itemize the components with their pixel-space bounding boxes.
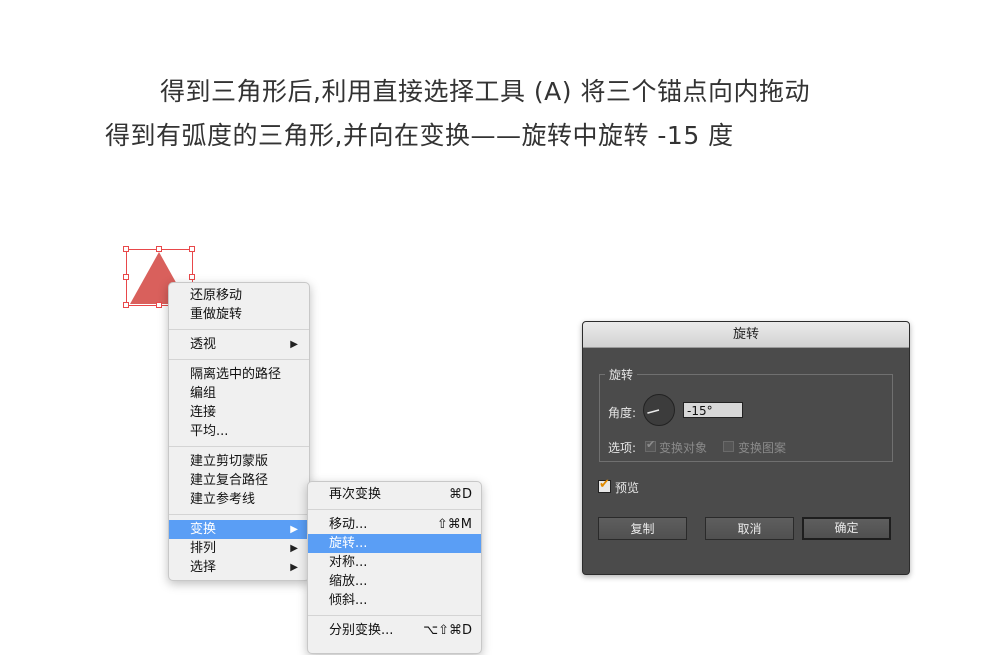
menu-item-label: 选择 [190, 560, 217, 575]
selection-handle[interactable] [123, 274, 129, 280]
shortcut-label: ⌥⇧⌘D [423, 623, 472, 638]
submenu-item-1-4[interactable]: 倾斜... [308, 591, 481, 610]
menu-item-label: 隔离选中的路径 [190, 367, 282, 382]
submenu-item-1-1[interactable]: 旋转... [308, 534, 481, 553]
shortcut-label: ⇧⌘M [436, 517, 472, 532]
transform-submenu: 再次变换 ⌘D 移动... ⇧⌘M 旋转... 对称... 缩放... 倾斜... 分别变换..… [307, 481, 482, 654]
dial-needle-icon [647, 409, 660, 414]
ok-button[interactable]: 确定 [802, 517, 891, 540]
submenu-item-label: 缩放... [329, 574, 368, 589]
menu-item-4-0[interactable]: 变换 ▶ [169, 520, 309, 539]
preview-label: 预览 [615, 481, 640, 495]
menu-item-label: 平均... [190, 424, 229, 439]
preview-checkbox[interactable]: ✔ [598, 477, 611, 493]
submenu-item-label: 再次变换 [329, 487, 382, 502]
menu-item-label: 还原移动 [190, 288, 243, 303]
menu-item-3-0[interactable]: 建立剪切蒙版 [169, 452, 309, 471]
submenu-item-label: 旋转... [329, 536, 368, 551]
caption-line-2: 得到有弧度的三角形,并向在变换——旋转中旋转 -15 度 [105, 121, 734, 150]
menu-item-2-1[interactable]: 编组 [169, 384, 309, 403]
submenu-arrow-icon: ▶ [290, 543, 298, 554]
menu-item-3-1[interactable]: 建立复合路径 [169, 471, 309, 490]
submenu-item-1-3[interactable]: 缩放... [308, 572, 481, 591]
menu-item-4-2[interactable]: 选择 ▶ [169, 558, 309, 577]
menu-item-label: 建立参考线 [190, 492, 256, 507]
menu-separator [169, 329, 309, 330]
menu-item-label: 建立剪切蒙版 [190, 454, 269, 469]
menu-item-label: 变换 [190, 522, 217, 537]
transform-objects-label: 变换对象 [659, 441, 708, 455]
menu-item-0-1[interactable]: 重做旋转 [169, 305, 309, 324]
menu-item-4-1[interactable]: 排列 ▶ [169, 539, 309, 558]
transform-patterns-checkbox[interactable] [723, 441, 734, 452]
selection-handle[interactable] [156, 246, 162, 252]
options-label: 选项: [608, 441, 637, 455]
selection-handle[interactable] [189, 246, 195, 252]
menu-separator [169, 446, 309, 447]
menu-item-label: 重做旋转 [190, 307, 243, 322]
menu-item-1-0[interactable]: 透视 ▶ [169, 335, 309, 354]
context-menu: 还原移动重做旋转透视 ▶ 隔离选中的路径 编组连接平均... 建立剪切蒙版 建立复合路径建… [168, 282, 310, 581]
copy-button[interactable]: 复制 [598, 517, 687, 540]
shortcut-label: ⌘D [448, 487, 472, 502]
submenu-item-2-0[interactable]: 分别变换... ⌥⇧⌘D [308, 621, 481, 640]
submenu-item-label: 移动... [329, 517, 368, 532]
submenu-arrow-icon: ▶ [290, 524, 298, 535]
submenu-arrow-icon: ▶ [290, 339, 298, 350]
menu-item-2-2[interactable]: 连接 [169, 403, 309, 422]
submenu-item-0-0[interactable]: 再次变换 ⌘D [308, 485, 481, 504]
menu-item-label: 编组 [190, 386, 217, 401]
angle-label: 角度: [608, 406, 637, 420]
check-icon: ✔ [646, 438, 656, 451]
menu-item-label: 建立复合路径 [190, 473, 269, 488]
menu-item-label: 透视 [190, 337, 217, 352]
transform-objects-checkbox[interactable]: ✔ [645, 438, 656, 452]
submenu-item-label: 倾斜... [329, 593, 368, 608]
rotate-group-label: 旋转 [605, 366, 638, 383]
menu-item-label: 排列 [190, 541, 217, 556]
menu-separator [169, 359, 309, 360]
submenu-item-1-2[interactable]: 对称... [308, 553, 481, 572]
selection-handle[interactable] [189, 274, 195, 280]
cancel-button[interactable]: 取消 [705, 517, 794, 540]
check-icon: ✔ [599, 477, 610, 492]
menu-item-2-3[interactable]: 平均... [169, 422, 309, 441]
selection-handle[interactable] [156, 302, 162, 308]
menu-separator [308, 509, 481, 510]
angle-dial[interactable] [643, 394, 675, 426]
caption-line-1: 得到三角形后,利用直接选择工具 (A) 将三个锚点向内拖动 [160, 77, 810, 106]
menu-item-3-2[interactable]: 建立参考线 [169, 490, 309, 509]
rotate-dialog: 旋转 旋转 角度: -15° 选项: ✔ 变换对象 变换图案 ✔ 预览 复制 取… [582, 321, 910, 575]
menu-item-2-0[interactable]: 隔离选中的路径 [169, 365, 309, 384]
menu-separator [308, 615, 481, 616]
transform-patterns-label: 变换图案 [738, 441, 787, 455]
menu-item-label: 连接 [190, 405, 217, 420]
dialog-title: 旋转 [583, 322, 909, 348]
submenu-item-1-0[interactable]: 移动... ⇧⌘M [308, 515, 481, 534]
angle-input[interactable]: -15° [683, 402, 743, 418]
submenu-arrow-icon: ▶ [290, 562, 298, 573]
selection-handle[interactable] [123, 302, 129, 308]
selection-handle[interactable] [123, 246, 129, 252]
menu-separator [169, 514, 309, 515]
submenu-item-label: 对称... [329, 555, 368, 570]
submenu-item-label: 分别变换... [329, 623, 394, 638]
menu-item-0-0[interactable]: 还原移动 [169, 286, 309, 305]
